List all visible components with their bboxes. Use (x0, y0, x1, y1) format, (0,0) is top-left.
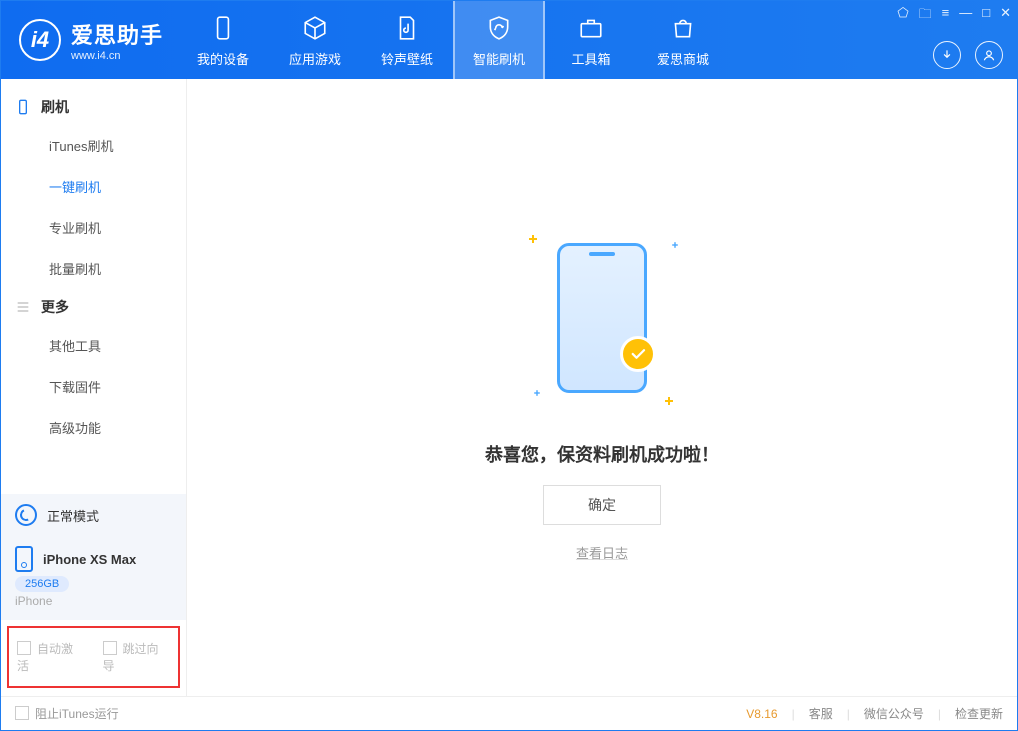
sparkle-icon (665, 397, 673, 405)
shield-refresh-icon (484, 13, 514, 43)
sparkle-icon (529, 235, 537, 243)
content-body: 刷机 iTunes刷机 一键刷机 专业刷机 批量刷机 更多 其他工具 下载固件 … (1, 79, 1017, 696)
nav-label: 我的设备 (197, 49, 249, 68)
window-controls: ⬠ 🗀 ≡ — □ ✕ (897, 5, 1011, 27)
sparkle-icon (672, 242, 678, 248)
footer-support[interactable]: 客服 (809, 705, 833, 722)
nav-label: 应用游戏 (289, 49, 341, 68)
main-panel: 恭喜您，保资料刷机成功啦！ 确定 查看日志 (187, 79, 1017, 696)
close-button[interactable]: ✕ (1000, 5, 1011, 27)
device-icon (208, 13, 238, 43)
list-icon (15, 299, 31, 315)
status-bar: 阻止iTunes运行 V8.16 | 客服 | 微信公众号 | 检查更新 (1, 696, 1017, 730)
nav-store[interactable]: 爱思商城 (637, 1, 729, 79)
footer-update[interactable]: 检查更新 (955, 705, 1003, 722)
music-file-icon (392, 13, 422, 43)
check-badge-icon (620, 336, 656, 372)
sidebar-item-download-fw[interactable]: 下载固件 (1, 366, 186, 407)
nav-label: 工具箱 (572, 49, 611, 68)
menu-icon[interactable]: ≡ (942, 5, 950, 27)
skip-guide-checkbox[interactable]: 跳过向导 (103, 640, 171, 674)
highlighted-options: 自动激活 跳过向导 (7, 626, 180, 688)
nav-my-device[interactable]: 我的设备 (177, 1, 269, 79)
download-icon[interactable] (933, 41, 961, 69)
sidebar: 刷机 iTunes刷机 一键刷机 专业刷机 批量刷机 更多 其他工具 下载固件 … (1, 79, 187, 696)
logo-icon: i4 (19, 19, 61, 61)
nav-ringtone[interactable]: 铃声壁纸 (361, 1, 453, 79)
nav-apps[interactable]: 应用游戏 (269, 1, 361, 79)
top-nav: 我的设备 应用游戏 铃声壁纸 智能刷机 工具箱 爱思商城 (177, 1, 729, 79)
lock-icon[interactable]: 🗀 (919, 5, 932, 27)
sidebar-item-advanced[interactable]: 高级功能 (1, 407, 186, 448)
nav-flash[interactable]: 智能刷机 (453, 1, 545, 79)
title-bar: i4 爱思助手 www.i4.cn 我的设备 应用游戏 铃声壁纸 智能刷机 (1, 1, 1017, 79)
briefcase-icon (576, 13, 606, 43)
view-log-link[interactable]: 查看日志 (576, 543, 628, 562)
user-icon[interactable] (975, 41, 1003, 69)
app-window: i4 爱思助手 www.i4.cn 我的设备 应用游戏 铃声壁纸 智能刷机 (0, 0, 1018, 731)
nav-label: 铃声壁纸 (381, 49, 433, 68)
sidebar-item-pro-flash[interactable]: 专业刷机 (1, 207, 186, 248)
mode-icon (15, 504, 37, 526)
footer-wechat[interactable]: 微信公众号 (864, 705, 924, 722)
ok-button[interactable]: 确定 (543, 485, 661, 525)
sparkle-icon (534, 390, 540, 396)
app-site: www.i4.cn (71, 50, 163, 62)
app-name: 爱思助手 (71, 18, 163, 50)
auto-activate-checkbox[interactable]: 自动激活 (17, 640, 85, 674)
maximize-button[interactable]: □ (982, 5, 990, 27)
nav-toolbox[interactable]: 工具箱 (545, 1, 637, 79)
group-more: 更多 (1, 289, 186, 325)
phone-illustration (557, 243, 647, 393)
phone-icon (15, 99, 31, 115)
success-illustration (507, 213, 697, 423)
block-itunes-checkbox[interactable]: 阻止iTunes运行 (15, 705, 119, 722)
logo: i4 爱思助手 www.i4.cn (1, 1, 177, 79)
device-type: iPhone (15, 594, 172, 608)
nav-label: 爱思商城 (657, 49, 709, 68)
version-label: V8.16 (746, 707, 777, 721)
header-actions (933, 41, 1003, 69)
sidebar-item-batch-flash[interactable]: 批量刷机 (1, 248, 186, 289)
sidebar-item-other-tools[interactable]: 其他工具 (1, 325, 186, 366)
mode-card[interactable]: 正常模式 (1, 494, 186, 536)
storage-pill: 256GB (15, 576, 69, 592)
group-flash: 刷机 (1, 89, 186, 125)
minimize-button[interactable]: — (959, 5, 972, 27)
device-card[interactable]: iPhone XS Max 256GB iPhone (1, 536, 186, 620)
sidebar-item-itunes-flash[interactable]: iTunes刷机 (1, 125, 186, 166)
shirt-icon[interactable]: ⬠ (897, 5, 908, 27)
cube-icon (300, 13, 330, 43)
phone-outline-icon (15, 546, 33, 572)
nav-label: 智能刷机 (473, 49, 525, 68)
mode-label: 正常模式 (47, 506, 99, 525)
device-name: iPhone XS Max (43, 552, 136, 567)
sidebar-item-onekey-flash[interactable]: 一键刷机 (1, 166, 186, 207)
success-message: 恭喜您，保资料刷机成功啦！ (485, 441, 719, 467)
bag-icon (668, 13, 698, 43)
